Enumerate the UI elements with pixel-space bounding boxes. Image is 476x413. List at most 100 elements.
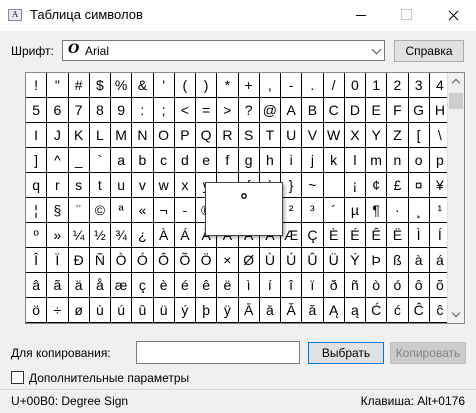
character-cell[interactable]: D [344, 98, 366, 123]
character-cell[interactable]: ð [323, 273, 345, 298]
character-cell[interactable]: ! [26, 73, 48, 98]
character-cell[interactable]: A [281, 98, 303, 123]
character-cell[interactable]: u [111, 173, 133, 198]
character-cell[interactable]: ć [387, 298, 409, 323]
character-cell[interactable]: ê [196, 273, 218, 298]
character-cell[interactable]: ¬ [153, 198, 175, 223]
character-cell[interactable]: ¢ [366, 173, 388, 198]
character-cell[interactable]: Ô [153, 248, 175, 273]
character-cell[interactable]: Ê [366, 223, 388, 248]
character-cell[interactable]: µ [344, 198, 366, 223]
character-cell[interactable]: Ă [281, 298, 303, 323]
character-cell[interactable]: Ö [196, 248, 218, 273]
character-cell[interactable]: À [153, 223, 175, 248]
character-cell[interactable]: Ĉ [408, 298, 430, 323]
character-cell[interactable]: v [132, 173, 154, 198]
character-cell[interactable]: ò [366, 273, 388, 298]
character-cell[interactable]: n [387, 148, 409, 173]
character-cell[interactable]: Ø [238, 248, 260, 273]
character-cell[interactable]: æ [111, 273, 133, 298]
character-cell[interactable]: þ [196, 298, 218, 323]
character-cell[interactable]: ö [26, 298, 48, 323]
character-cell[interactable]: Ą [323, 298, 345, 323]
character-cell[interactable]: ¦ [26, 198, 48, 223]
character-cell[interactable]: Û [302, 248, 324, 273]
character-cell[interactable]: à [408, 248, 430, 273]
select-button[interactable]: Выбрать [308, 342, 384, 364]
character-cell[interactable]: É [344, 223, 366, 248]
character-cell[interactable]: Ñ [89, 248, 111, 273]
character-cell[interactable]: ¼ [68, 223, 90, 248]
character-cell[interactable]: Ç [302, 223, 324, 248]
chevron-down-icon[interactable] [371, 44, 382, 55]
character-cell[interactable]: d [174, 148, 196, 173]
character-cell[interactable]: k [323, 148, 345, 173]
character-cell[interactable]: Y [366, 123, 388, 148]
character-cell[interactable]: ø [68, 298, 90, 323]
character-cell[interactable]: ß [387, 248, 409, 273]
character-cell[interactable]: r [47, 173, 69, 198]
character-cell[interactable]: 9 [111, 98, 133, 123]
character-cell[interactable]: ù [89, 298, 111, 323]
character-cell[interactable]: . [302, 73, 324, 98]
character-cell[interactable]: Õ [174, 248, 196, 273]
character-cell[interactable]: ú [111, 298, 133, 323]
character-cell[interactable]: Ú [281, 248, 303, 273]
character-cell[interactable]: ñ [344, 273, 366, 298]
character-cell[interactable]: ÿ [217, 298, 239, 323]
character-cell[interactable]: 7 [68, 98, 90, 123]
character-cell[interactable] [323, 173, 345, 198]
character-cell[interactable]: £ [387, 173, 409, 198]
character-cell[interactable]: ą [344, 298, 366, 323]
character-cell[interactable]: % [111, 73, 133, 98]
character-cell[interactable]: " [47, 73, 69, 98]
character-cell[interactable]: Î [26, 248, 48, 273]
character-cell[interactable]: × [217, 248, 239, 273]
character-cell[interactable]: â [26, 273, 48, 298]
character-cell[interactable]: T [259, 123, 281, 148]
character-cell[interactable]: í [259, 273, 281, 298]
character-cell[interactable]: ü [153, 298, 175, 323]
character-cell[interactable]: Ù [259, 248, 281, 273]
minimize-icon[interactable] [338, 0, 384, 30]
character-cell[interactable]: P [174, 123, 196, 148]
character-cell[interactable]: ã [47, 273, 69, 298]
character-cell[interactable]: © [89, 198, 111, 223]
character-cell[interactable]: ā [259, 298, 281, 323]
character-cell[interactable]: 5 [26, 98, 48, 123]
character-cell[interactable]: * [217, 73, 239, 98]
character-cell[interactable]: L [89, 123, 111, 148]
character-cell[interactable]: f [217, 148, 239, 173]
character-cell[interactable]: G [408, 98, 430, 123]
character-cell[interactable]: Ë [387, 223, 409, 248]
character-cell[interactable]: c [153, 148, 175, 173]
character-cell[interactable]: @ [259, 98, 281, 123]
character-cell[interactable]: m [366, 148, 388, 173]
character-cell[interactable]: ª [111, 198, 133, 223]
advanced-options-checkbox[interactable] [11, 371, 24, 384]
character-cell[interactable]: û [132, 298, 154, 323]
character-cell[interactable]: i [281, 148, 303, 173]
character-cell[interactable]: E [366, 98, 388, 123]
character-cell[interactable]: x [174, 173, 196, 198]
character-cell[interactable]: - [174, 198, 196, 223]
character-cell[interactable]: ] [26, 148, 48, 173]
character-cell[interactable]: j [302, 148, 324, 173]
character-cell[interactable]: ? [238, 98, 260, 123]
font-select[interactable]: O Arial [62, 40, 385, 61]
character-cell[interactable]: ¡ [344, 173, 366, 198]
character-cell[interactable]: ´ [323, 198, 345, 223]
character-cell[interactable]: 8 [89, 98, 111, 123]
character-cell[interactable]: « [132, 198, 154, 223]
character-cell[interactable]: ) [196, 73, 218, 98]
character-cell[interactable]: ô [408, 273, 430, 298]
character-cell[interactable]: § [47, 198, 69, 223]
character-cell[interactable]: Á [174, 223, 196, 248]
character-cell[interactable]: ¨ [68, 198, 90, 223]
character-cell[interactable]: _ [68, 148, 90, 173]
character-cell[interactable]: ` [89, 148, 111, 173]
character-cell[interactable]: } [281, 173, 303, 198]
character-cell[interactable]: M [111, 123, 133, 148]
character-cell[interactable]: é [174, 273, 196, 298]
character-cell[interactable]: S [238, 123, 260, 148]
